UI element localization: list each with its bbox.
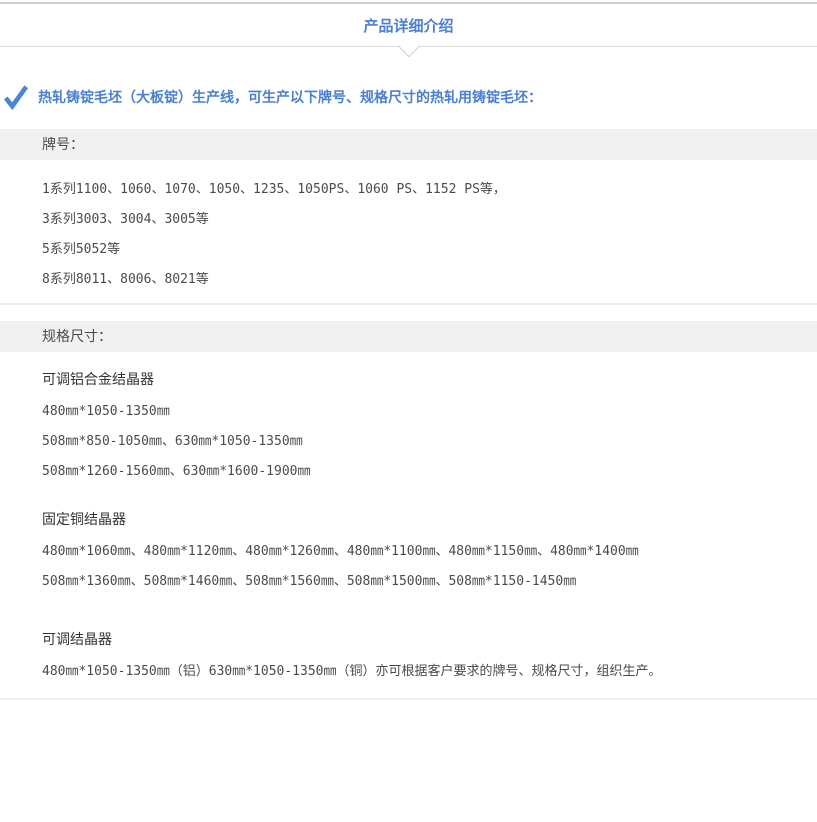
grades-section-header: 牌号： bbox=[0, 129, 817, 160]
spec-subsection-title: 可调铝合金结晶器 bbox=[42, 372, 817, 386]
specs-panel: 可调铝合金结晶器 480㎜*1050-1350㎜ 508㎜*850-1050㎜、… bbox=[0, 372, 817, 687]
grades-section-label: 牌号： bbox=[42, 136, 84, 152]
grades-panel: 1系列1100、1060、1070、1050、1235、1050PS、1060 … bbox=[0, 160, 817, 305]
spec-line: 508㎜*1260-1560㎜、630㎜*1600-1900㎜ bbox=[42, 457, 817, 487]
title-underline bbox=[0, 46, 817, 60]
grade-line: 3系列3003、3004、3005等 bbox=[42, 205, 817, 235]
spec-line: 508㎜*850-1050㎜、630㎜*1050-1350㎜ bbox=[42, 427, 817, 457]
spec-lines-group: 480㎜*1060㎜、480㎜*1120㎜、480㎜*1260㎜、480㎜*11… bbox=[42, 537, 817, 597]
spec-lines-group: 480㎜*1050-1350㎜ 508㎜*850-1050㎜、630㎜*1050… bbox=[42, 397, 817, 487]
spec-line: 508㎜*1360㎜、508㎜*1460㎜、508㎜*1560㎜、508㎜*15… bbox=[42, 567, 817, 597]
intro-row: 热轧铸锭毛坯（大板锭）生产线，可生产以下牌号、规格尺寸的热轧用铸锭毛坯： bbox=[3, 84, 817, 110]
grade-line: 1系列1100、1060、1070、1050、1235、1050PS、1060 … bbox=[42, 175, 817, 205]
spec-line: 480㎜*1050-1350㎜（铝）630㎜*1050-1350㎜（铜）亦可根据… bbox=[42, 657, 817, 687]
intro-heading: 热轧铸锭毛坯（大板锭）生产线，可生产以下牌号、规格尺寸的热轧用铸锭毛坯： bbox=[38, 84, 542, 110]
specs-section-label: 规格尺寸： bbox=[42, 328, 112, 344]
product-detail-page: 产品详细介绍 热轧铸锭毛坯（大板锭）生产线，可生产以下牌号、规格尺寸的热轧用铸锭… bbox=[0, 2, 817, 700]
grade-line: 8系列8011、8006、8021等 bbox=[42, 265, 817, 295]
specs-section-header: 规格尺寸： bbox=[0, 321, 817, 352]
spec-line: 480㎜*1060㎜、480㎜*1120㎜、480㎜*1260㎜、480㎜*11… bbox=[42, 537, 817, 567]
page-title[interactable]: 产品详细介绍 bbox=[363, 19, 453, 35]
spec-subsection-title: 可调结晶器 bbox=[42, 632, 817, 646]
grade-line: 5系列5052等 bbox=[42, 235, 817, 265]
check-icon bbox=[3, 84, 29, 110]
bottom-divider bbox=[0, 698, 817, 700]
spec-lines-group: 480㎜*1050-1350㎜（铝）630㎜*1050-1350㎜（铜）亦可根据… bbox=[42, 657, 817, 687]
spec-subsection-title: 固定铜结晶器 bbox=[42, 512, 817, 526]
spec-line: 480㎜*1050-1350㎜ bbox=[42, 397, 817, 427]
